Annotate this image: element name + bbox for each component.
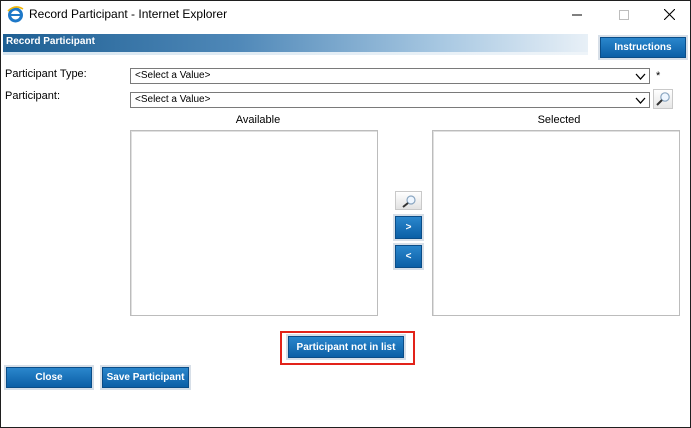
- participant-label: Participant:: [5, 90, 61, 102]
- section-header: Record Participant: [3, 34, 588, 55]
- maximize-button[interactable]: [601, 1, 647, 28]
- chevron-down-icon: [635, 73, 646, 80]
- title-bar: Record Participant - Internet Explorer: [1, 1, 690, 28]
- selected-list[interactable]: [432, 130, 680, 316]
- remove-from-selected-button[interactable]: <: [395, 245, 422, 268]
- selected-heading: Selected: [537, 114, 581, 126]
- participant-value: <Select a Value>: [135, 94, 211, 105]
- available-list[interactable]: [130, 130, 378, 316]
- section-title: Record Participant: [6, 36, 95, 47]
- available-heading: Available: [235, 114, 281, 126]
- save-participant-button[interactable]: Save Participant: [102, 367, 189, 388]
- search-icon: [401, 194, 416, 208]
- ie-icon: [7, 6, 24, 23]
- minimize-icon: [572, 14, 582, 15]
- participant-select[interactable]: <Select a Value>: [130, 92, 650, 108]
- window-title: Record Participant - Internet Explorer: [29, 7, 228, 21]
- search-icon: [656, 92, 670, 106]
- participant-type-select[interactable]: <Select a Value>: [130, 68, 650, 84]
- required-marker: *: [656, 70, 661, 82]
- instructions-button[interactable]: Instructions: [600, 37, 686, 58]
- list-search-button[interactable]: [395, 191, 422, 210]
- participant-type-label: Participant Type:: [5, 68, 87, 80]
- participant-type-value: <Select a Value>: [135, 70, 211, 81]
- close-icon: [663, 9, 675, 20]
- chevron-down-icon: [635, 97, 646, 104]
- maximize-icon: [619, 9, 629, 20]
- add-to-selected-button[interactable]: >: [395, 216, 422, 239]
- close-window-button[interactable]: [646, 1, 691, 28]
- minimize-button[interactable]: [554, 1, 600, 28]
- participant-not-in-list-button[interactable]: Participant not in list: [288, 336, 404, 358]
- browser-window: Record Participant - Internet Explorer R…: [0, 0, 691, 428]
- close-button[interactable]: Close: [6, 367, 92, 388]
- participant-lookup-button[interactable]: [653, 89, 673, 109]
